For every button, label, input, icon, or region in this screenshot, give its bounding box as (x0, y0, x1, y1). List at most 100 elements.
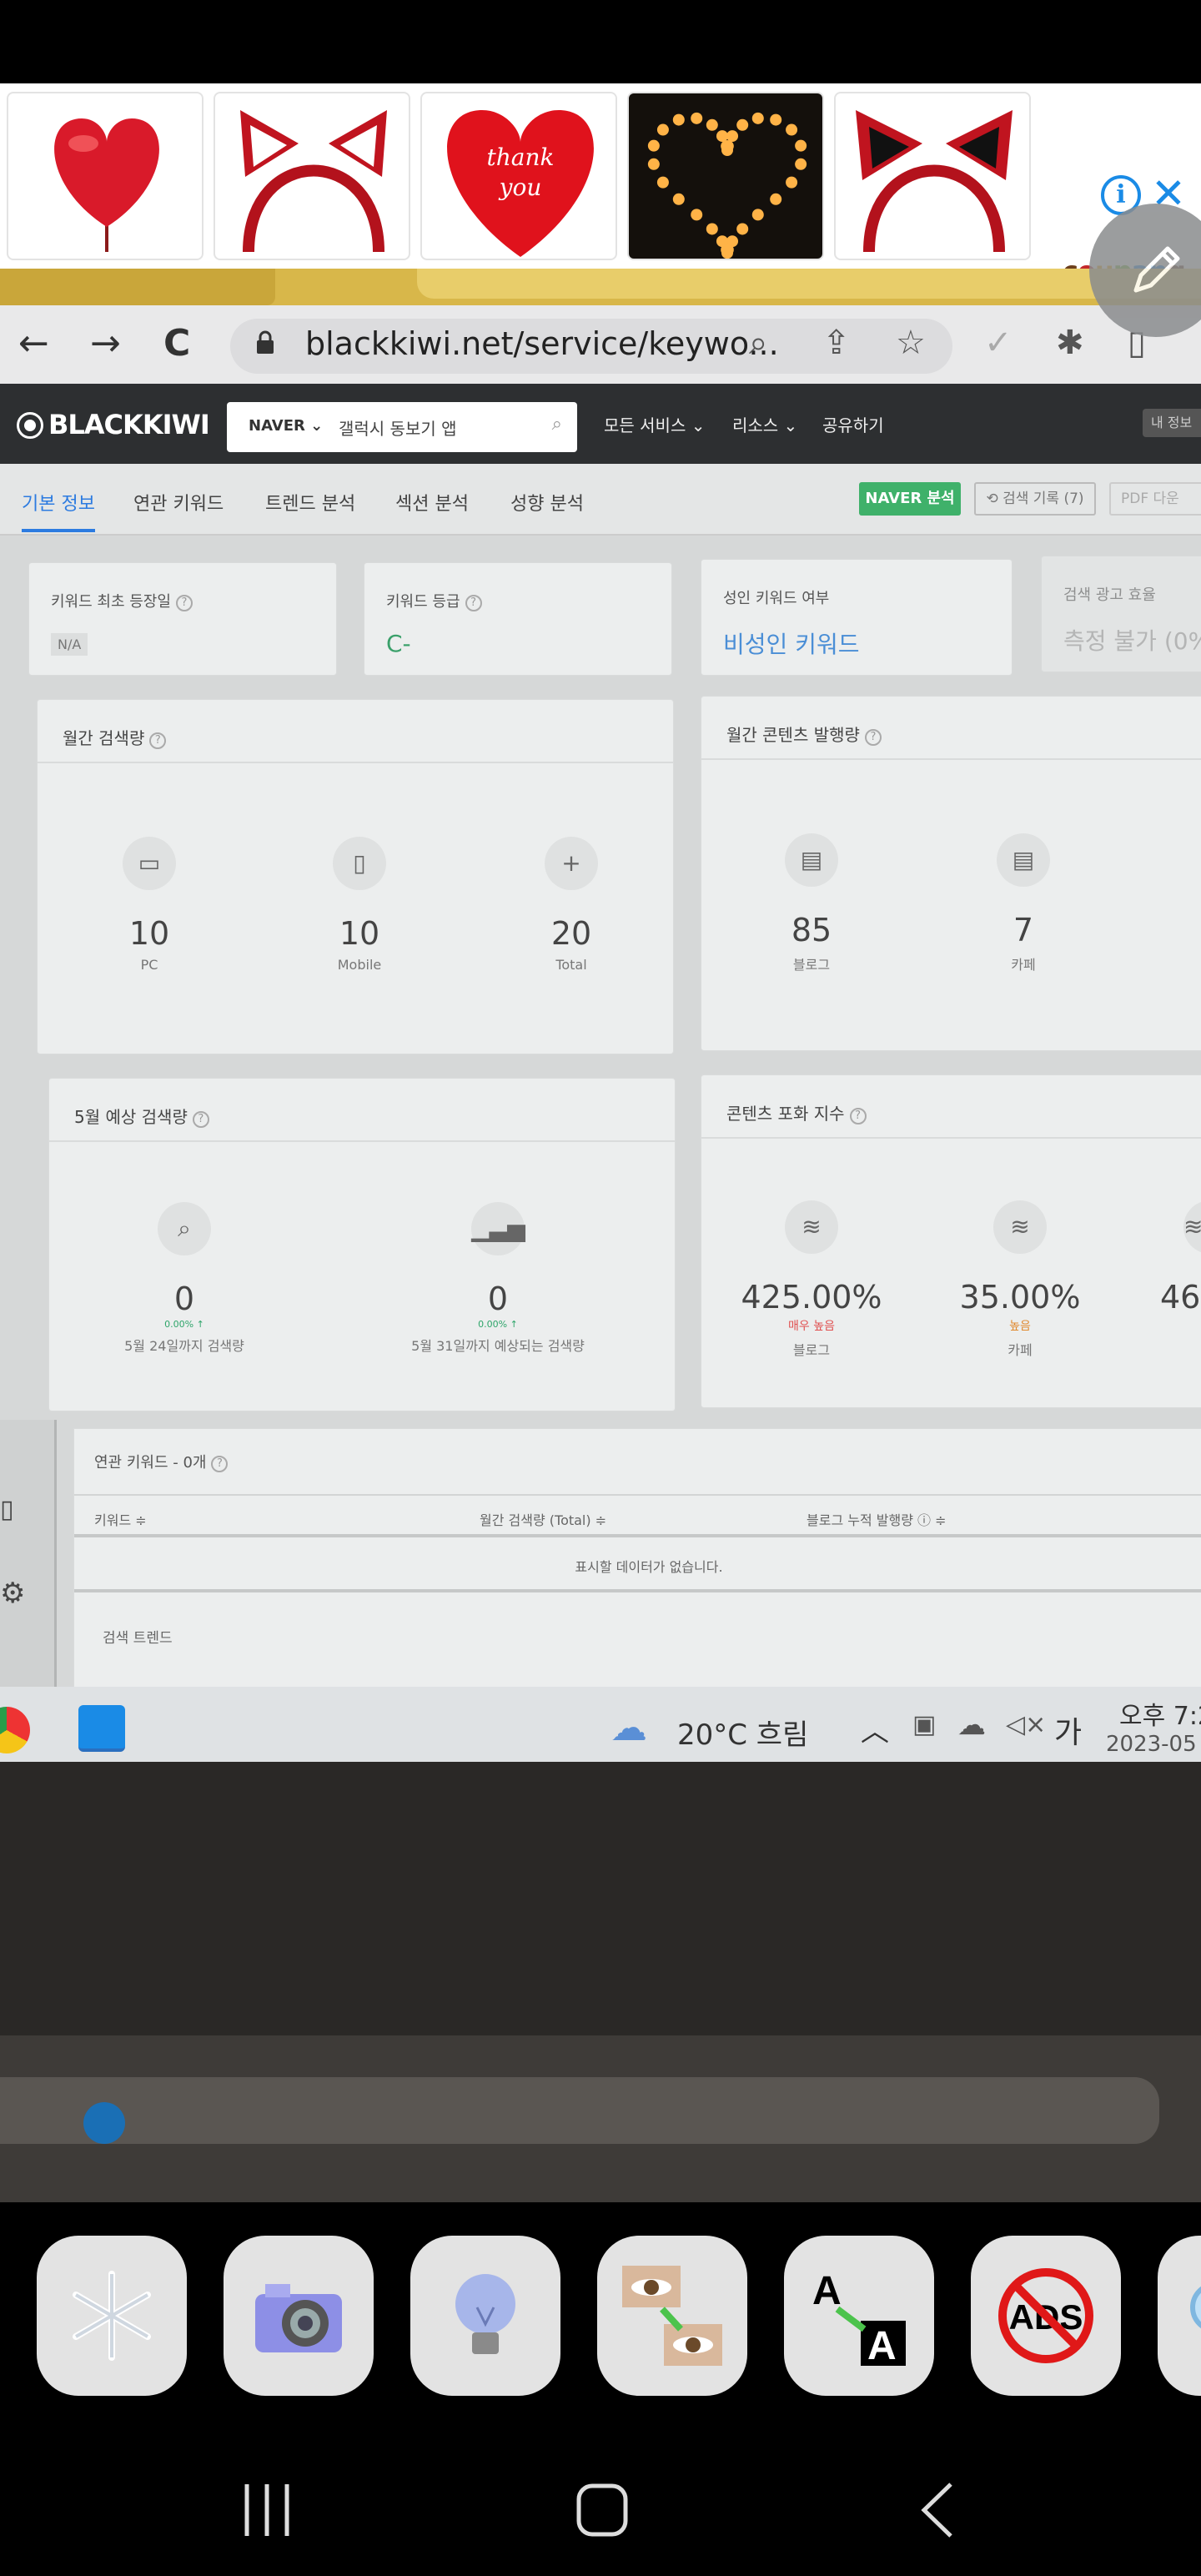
camera-button[interactable] (224, 2236, 374, 2396)
ad-banner[interactable]: thankyou i ✕ coupang (0, 83, 1201, 287)
ime-indicator[interactable]: 가 (1054, 1708, 1082, 1752)
snowflake-icon (73, 2271, 151, 2361)
search-icon[interactable]: ⌕ (552, 414, 562, 435)
zoom-icon[interactable]: ⌕ (749, 324, 767, 362)
column-blog-total[interactable]: 블로그 누적 발행량 ⓘ ≑ (807, 1509, 947, 1529)
panel-title: 월간 검색량? (63, 725, 167, 749)
more-tools-button[interactable] (1158, 2236, 1201, 2396)
ad-thumb-thank-you-heart[interactable]: thank you (420, 92, 617, 260)
camera-icon (255, 2284, 342, 2352)
light-bulb (672, 113, 685, 126)
check-icon[interactable]: ✓ (984, 324, 1013, 362)
thank-you-text: thank (487, 143, 555, 171)
tab-basic-info[interactable]: 기본 정보 (22, 489, 95, 532)
ad-block-button[interactable]: ADS (971, 2236, 1121, 2396)
weather-cloud-icon[interactable]: ☁ (611, 1707, 647, 1749)
clock-date[interactable]: 2023-05 (1106, 1732, 1197, 1757)
signal-icon: ▁▃▅ (471, 1202, 525, 1255)
browser-tab[interactable] (0, 269, 275, 305)
forward-icon[interactable]: → (90, 322, 121, 365)
column-monthly-search[interactable]: 월간 검색량 (Total) ≑ (480, 1509, 606, 1529)
settings-gear-icon[interactable]: ⚙ (0, 1577, 25, 1610)
extensions-icon[interactable]: ✱ (1056, 324, 1084, 362)
light-bulb (770, 113, 782, 126)
ad-thumb-cat-ears-white[interactable] (214, 92, 410, 260)
tab-related-keywords[interactable]: 연관 키워드 (133, 489, 224, 516)
keyword-grade-value: C- (386, 630, 411, 657)
nav-share[interactable]: 공유하기 (822, 412, 884, 436)
light-bulb (656, 176, 669, 189)
app-header: BLACKKIWI NAVER ⌄ 갤럭시 동보기 앱 ⌕ 모든 서비스 ⌄ 리… (0, 384, 1201, 464)
tray-expand-icon[interactable]: ︿ (861, 1708, 889, 1749)
browser-tab-active[interactable] (417, 269, 1201, 299)
stat-cafe-saturation: ≋ 35.00% 높음 카페 (928, 1200, 1112, 1359)
light-bulb (672, 193, 685, 205)
light-bulb (786, 176, 798, 189)
tab-section-analysis[interactable]: 섹션 분석 (395, 489, 469, 516)
level-text: 매우 높음 (788, 1320, 835, 1333)
floating-dot[interactable] (83, 2102, 125, 2144)
search-engine-select[interactable]: NAVER ⌄ (249, 417, 323, 435)
ad-thumb-heart-balloon[interactable] (7, 92, 204, 260)
network-icon[interactable]: ☁ (957, 1708, 986, 1742)
help-icon[interactable]: ? (175, 595, 193, 611)
panel-title: 콘텐츠 포화 지수? (726, 1100, 867, 1124)
home-icon[interactable] (575, 2481, 629, 2539)
light-bulb (647, 158, 660, 170)
reload-icon[interactable]: C (163, 322, 190, 365)
flashlight-button[interactable] (410, 2236, 560, 2396)
analysis-tabs: 기본 정보 연관 키워드 트렌드 분석 섹션 분석 성향 분석 NAVER 분석… (0, 464, 1201, 536)
clock-time[interactable]: 오후 7:2 (1119, 1695, 1201, 1732)
freeze-button[interactable] (37, 2236, 187, 2396)
lightbulb-icon (455, 2274, 515, 2354)
search-history-button[interactable]: ⟲ 검색 기록 (7) (974, 482, 1096, 516)
bookmark-star-icon[interactable]: ☆ (896, 324, 926, 362)
nav-resources[interactable]: 리소스 ⌄ (732, 412, 797, 436)
help-icon[interactable]: ? (849, 1108, 867, 1124)
eye-compare-button[interactable] (597, 2236, 747, 2396)
tab-tendency-analysis[interactable]: 성향 분석 (510, 489, 584, 516)
back-icon[interactable]: ← (18, 322, 49, 365)
weather-text[interactable]: 20°C 흐림 (677, 1712, 808, 1753)
svg-text:you: you (498, 174, 542, 201)
card-label: 성인 키워드 여부 (723, 590, 830, 607)
panel-icon[interactable]: ▯ (0, 1495, 14, 1524)
mute-icon[interactable]: ◁× (1006, 1710, 1046, 1739)
left-sidebar-edge: ▯ ⚙ (0, 1420, 57, 1687)
capture-toolbar: AA ADS (0, 2202, 1201, 2444)
search-input[interactable]: 갤럭시 동보기 앱 (339, 415, 457, 440)
svg-text:A: A (812, 2269, 842, 2313)
help-icon[interactable]: ? (465, 595, 482, 611)
ad-thumb-heart-lights[interactable] (627, 92, 824, 260)
light-bulb (706, 118, 718, 131)
help-icon[interactable]: ? (211, 1456, 229, 1472)
light-bulb (726, 130, 739, 143)
nav-all-services[interactable]: 모든 서비스 ⌄ (604, 412, 705, 436)
phone-screen: thankyou i ✕ coupang ← → C blackkiwi.net… (0, 0, 1201, 2576)
blackkiwi-logo[interactable]: BLACKKIWI (17, 409, 210, 440)
recents-icon[interactable] (240, 2481, 294, 2539)
keyword-search-box[interactable]: NAVER ⌄ 갤럭시 동보기 앱 ⌕ (227, 402, 577, 452)
stat-search-forecast: ▁▃▅ 0 0.00% ↑ 5월 31일까지 예상되는 검색량 (373, 1202, 623, 1355)
user-menu[interactable]: 내 정보 (1143, 409, 1201, 437)
light-bulb (751, 112, 764, 124)
column-keyword[interactable]: 키워드 ≑ (94, 1509, 147, 1529)
laptop-edge (0, 2077, 1159, 2144)
chrome-taskbar-icon[interactable] (0, 1707, 30, 1753)
help-icon[interactable]: ? (192, 1111, 209, 1128)
help-icon[interactable]: ? (864, 729, 882, 746)
app-taskbar-icon[interactable] (78, 1705, 125, 1752)
share-icon[interactable]: ⇪ (822, 324, 851, 362)
naver-analysis-button[interactable]: NAVER 분석 (859, 482, 961, 516)
search-trend-title: 검색 트렌드 (103, 1630, 173, 1647)
monitor-photo: ← → C blackkiwi.net/service/keywo... ⌕ ⇪… (0, 269, 1201, 1762)
translate-button[interactable]: AA (784, 2236, 934, 2396)
monthly-content-panel: 월간 콘텐츠 발행량? ▤ 85 블로그 ▤ 7 카페 (701, 696, 1201, 1051)
pdf-download-button[interactable]: PDF 다운 (1109, 482, 1201, 516)
help-icon[interactable]: ? (149, 732, 167, 749)
tab-trend-analysis[interactable]: 트렌드 분석 (265, 489, 355, 516)
back-nav-icon[interactable] (917, 2481, 959, 2539)
meet-icon[interactable]: ▣ (912, 1710, 936, 1739)
card-adult-keyword: 성인 키워드 여부 비성인 키워드 (701, 559, 1013, 676)
ad-thumb-cat-ears-black[interactable] (834, 92, 1031, 260)
